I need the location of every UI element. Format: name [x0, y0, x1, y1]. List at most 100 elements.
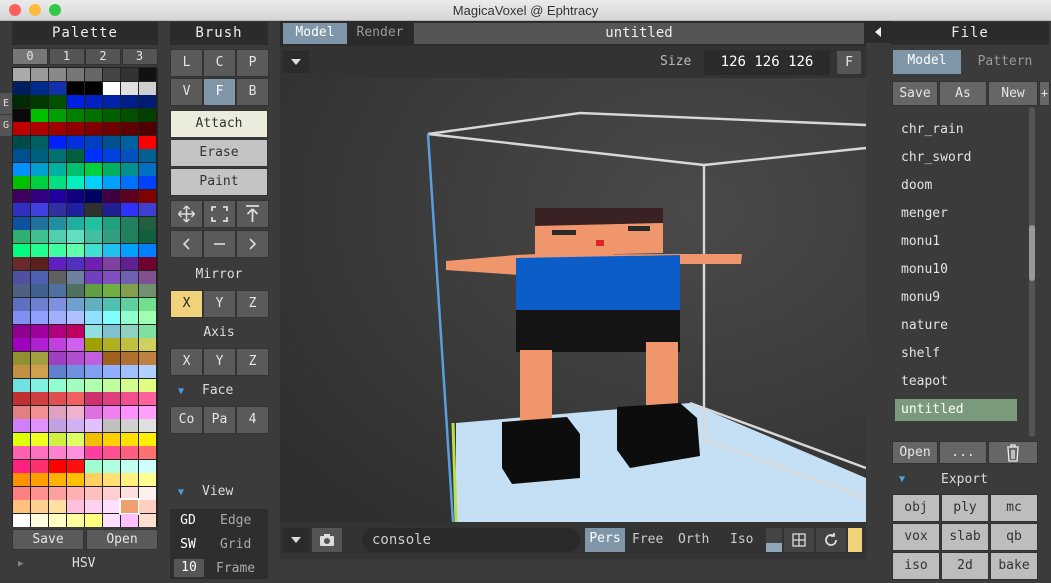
palette-swatch[interactable] [139, 297, 156, 311]
palette-swatch[interactable] [31, 297, 48, 311]
brush-type-f[interactable]: F [203, 78, 236, 106]
palette-swatch[interactable] [103, 176, 120, 189]
palette-swatch[interactable] [121, 108, 138, 122]
palette-swatch[interactable] [103, 243, 120, 257]
palette-swatch[interactable] [121, 473, 138, 486]
palette-swatch[interactable] [13, 351, 30, 365]
palette-swatch[interactable] [121, 311, 138, 324]
file-list-item[interactable]: monu10 [895, 259, 1017, 281]
palette-swatch[interactable] [139, 68, 156, 81]
palette-swatch[interactable] [121, 149, 138, 162]
palette-swatch[interactable] [85, 108, 102, 122]
palette-swatch[interactable] [139, 392, 156, 405]
palette-swatch[interactable] [139, 162, 156, 176]
palette-swatch[interactable] [139, 473, 156, 486]
palette-swatch[interactable] [31, 95, 48, 108]
file-list-item[interactable]: teapot [895, 371, 1017, 393]
palette-swatch[interactable] [13, 108, 30, 122]
palette-swatch[interactable] [103, 297, 120, 311]
palette-swatch[interactable] [67, 95, 84, 108]
palette-swatch[interactable] [85, 432, 102, 446]
console-menu-chevron-down-icon[interactable] [283, 528, 309, 552]
palette-swatch[interactable] [31, 203, 48, 216]
palette-swatch[interactable] [85, 203, 102, 216]
palette-swatch[interactable] [103, 189, 120, 203]
palette-swatch[interactable] [13, 270, 30, 284]
file-list-item[interactable]: menger [895, 203, 1017, 225]
palette-swatch[interactable] [121, 351, 138, 365]
palette-swatch-selected[interactable] [119, 498, 140, 515]
palette-swatch[interactable] [49, 446, 66, 459]
mirror-z-button[interactable]: Z [236, 290, 269, 318]
palette-swatch[interactable] [139, 351, 156, 365]
camera-mode-free[interactable]: Free [632, 532, 663, 547]
palette-swatch[interactable] [103, 216, 120, 230]
palette-swatch[interactable] [67, 392, 84, 405]
palette-swatch[interactable] [85, 176, 102, 189]
palette-tab-0[interactable]: 0 [12, 48, 48, 65]
minimize-window-button[interactable] [29, 4, 41, 16]
view-key-sw[interactable]: SW [174, 537, 202, 552]
palette-swatch[interactable] [103, 68, 120, 81]
view-frame-value[interactable]: 10 [174, 559, 204, 577]
palette-swatch[interactable] [31, 149, 48, 162]
palette-swatch[interactable] [67, 81, 84, 95]
axis-y-button[interactable]: Y [203, 348, 236, 376]
palette-swatch[interactable] [121, 68, 138, 81]
palette-swatch[interactable] [31, 216, 48, 230]
mirror-y-button[interactable]: Y [203, 290, 236, 318]
palette-swatch[interactable] [13, 378, 30, 392]
palette-swatch[interactable] [67, 500, 84, 513]
palette-swatch[interactable] [103, 405, 120, 419]
palette-swatch[interactable] [103, 351, 120, 365]
palette-swatch[interactable] [49, 68, 66, 81]
palette-swatch[interactable] [103, 81, 120, 95]
palette-swatch[interactable] [31, 500, 48, 513]
export-iso-button[interactable]: iso [892, 552, 940, 580]
palette-swatch[interactable] [85, 81, 102, 95]
palette-swatch[interactable] [13, 216, 30, 230]
palette-swatch[interactable] [121, 405, 138, 419]
palette-swatch[interactable] [103, 324, 120, 338]
palette-swatch[interactable] [85, 297, 102, 311]
palette-swatch[interactable] [85, 311, 102, 324]
move-tool-icon[interactable] [170, 200, 203, 228]
palette-swatch[interactable] [103, 459, 120, 473]
palette-swatch[interactable] [13, 122, 30, 135]
palette-swatch[interactable] [49, 500, 66, 513]
view-grid-toggle[interactable]: Grid [220, 537, 251, 552]
palette-swatch[interactable] [139, 108, 156, 122]
extrude-up-icon[interactable] [236, 200, 269, 228]
palette-tab-3[interactable]: 3 [121, 48, 158, 65]
palette-swatch[interactable] [139, 176, 156, 189]
palette-swatch[interactable] [85, 324, 102, 338]
palette-swatch[interactable] [103, 378, 120, 392]
palette-swatch[interactable] [85, 149, 102, 162]
palette-swatch[interactable] [103, 122, 120, 135]
palette-swatch[interactable] [13, 284, 30, 297]
palette-swatch[interactable] [139, 284, 156, 297]
palette-swatch[interactable] [121, 162, 138, 176]
palette-swatch[interactable] [121, 243, 138, 257]
palette-swatch[interactable] [67, 405, 84, 419]
palette-swatch[interactable] [67, 419, 84, 432]
palette-swatch[interactable] [139, 149, 156, 162]
palette-swatch[interactable] [67, 189, 84, 203]
palette-swatch[interactable] [49, 270, 66, 284]
palette-swatch[interactable] [67, 257, 84, 270]
file-open-button[interactable]: Open [892, 441, 938, 464]
palette-swatch[interactable] [103, 135, 120, 149]
palette-swatch[interactable] [13, 405, 30, 419]
palette-swatch[interactable] [31, 311, 48, 324]
file-list-item[interactable]: untitled [895, 399, 1017, 421]
palette-swatch[interactable] [67, 149, 84, 162]
palette-swatch[interactable] [103, 149, 120, 162]
file-list-item[interactable]: chr_sword [895, 147, 1017, 169]
palette-swatch[interactable] [67, 351, 84, 365]
palette-swatch[interactable] [49, 365, 66, 378]
palette-swatch[interactable] [67, 473, 84, 486]
palette-swatch[interactable] [13, 324, 30, 338]
export-slab-button[interactable]: slab [941, 523, 989, 551]
palette-swatch[interactable] [13, 95, 30, 108]
file-list-item[interactable]: nature [895, 315, 1017, 337]
